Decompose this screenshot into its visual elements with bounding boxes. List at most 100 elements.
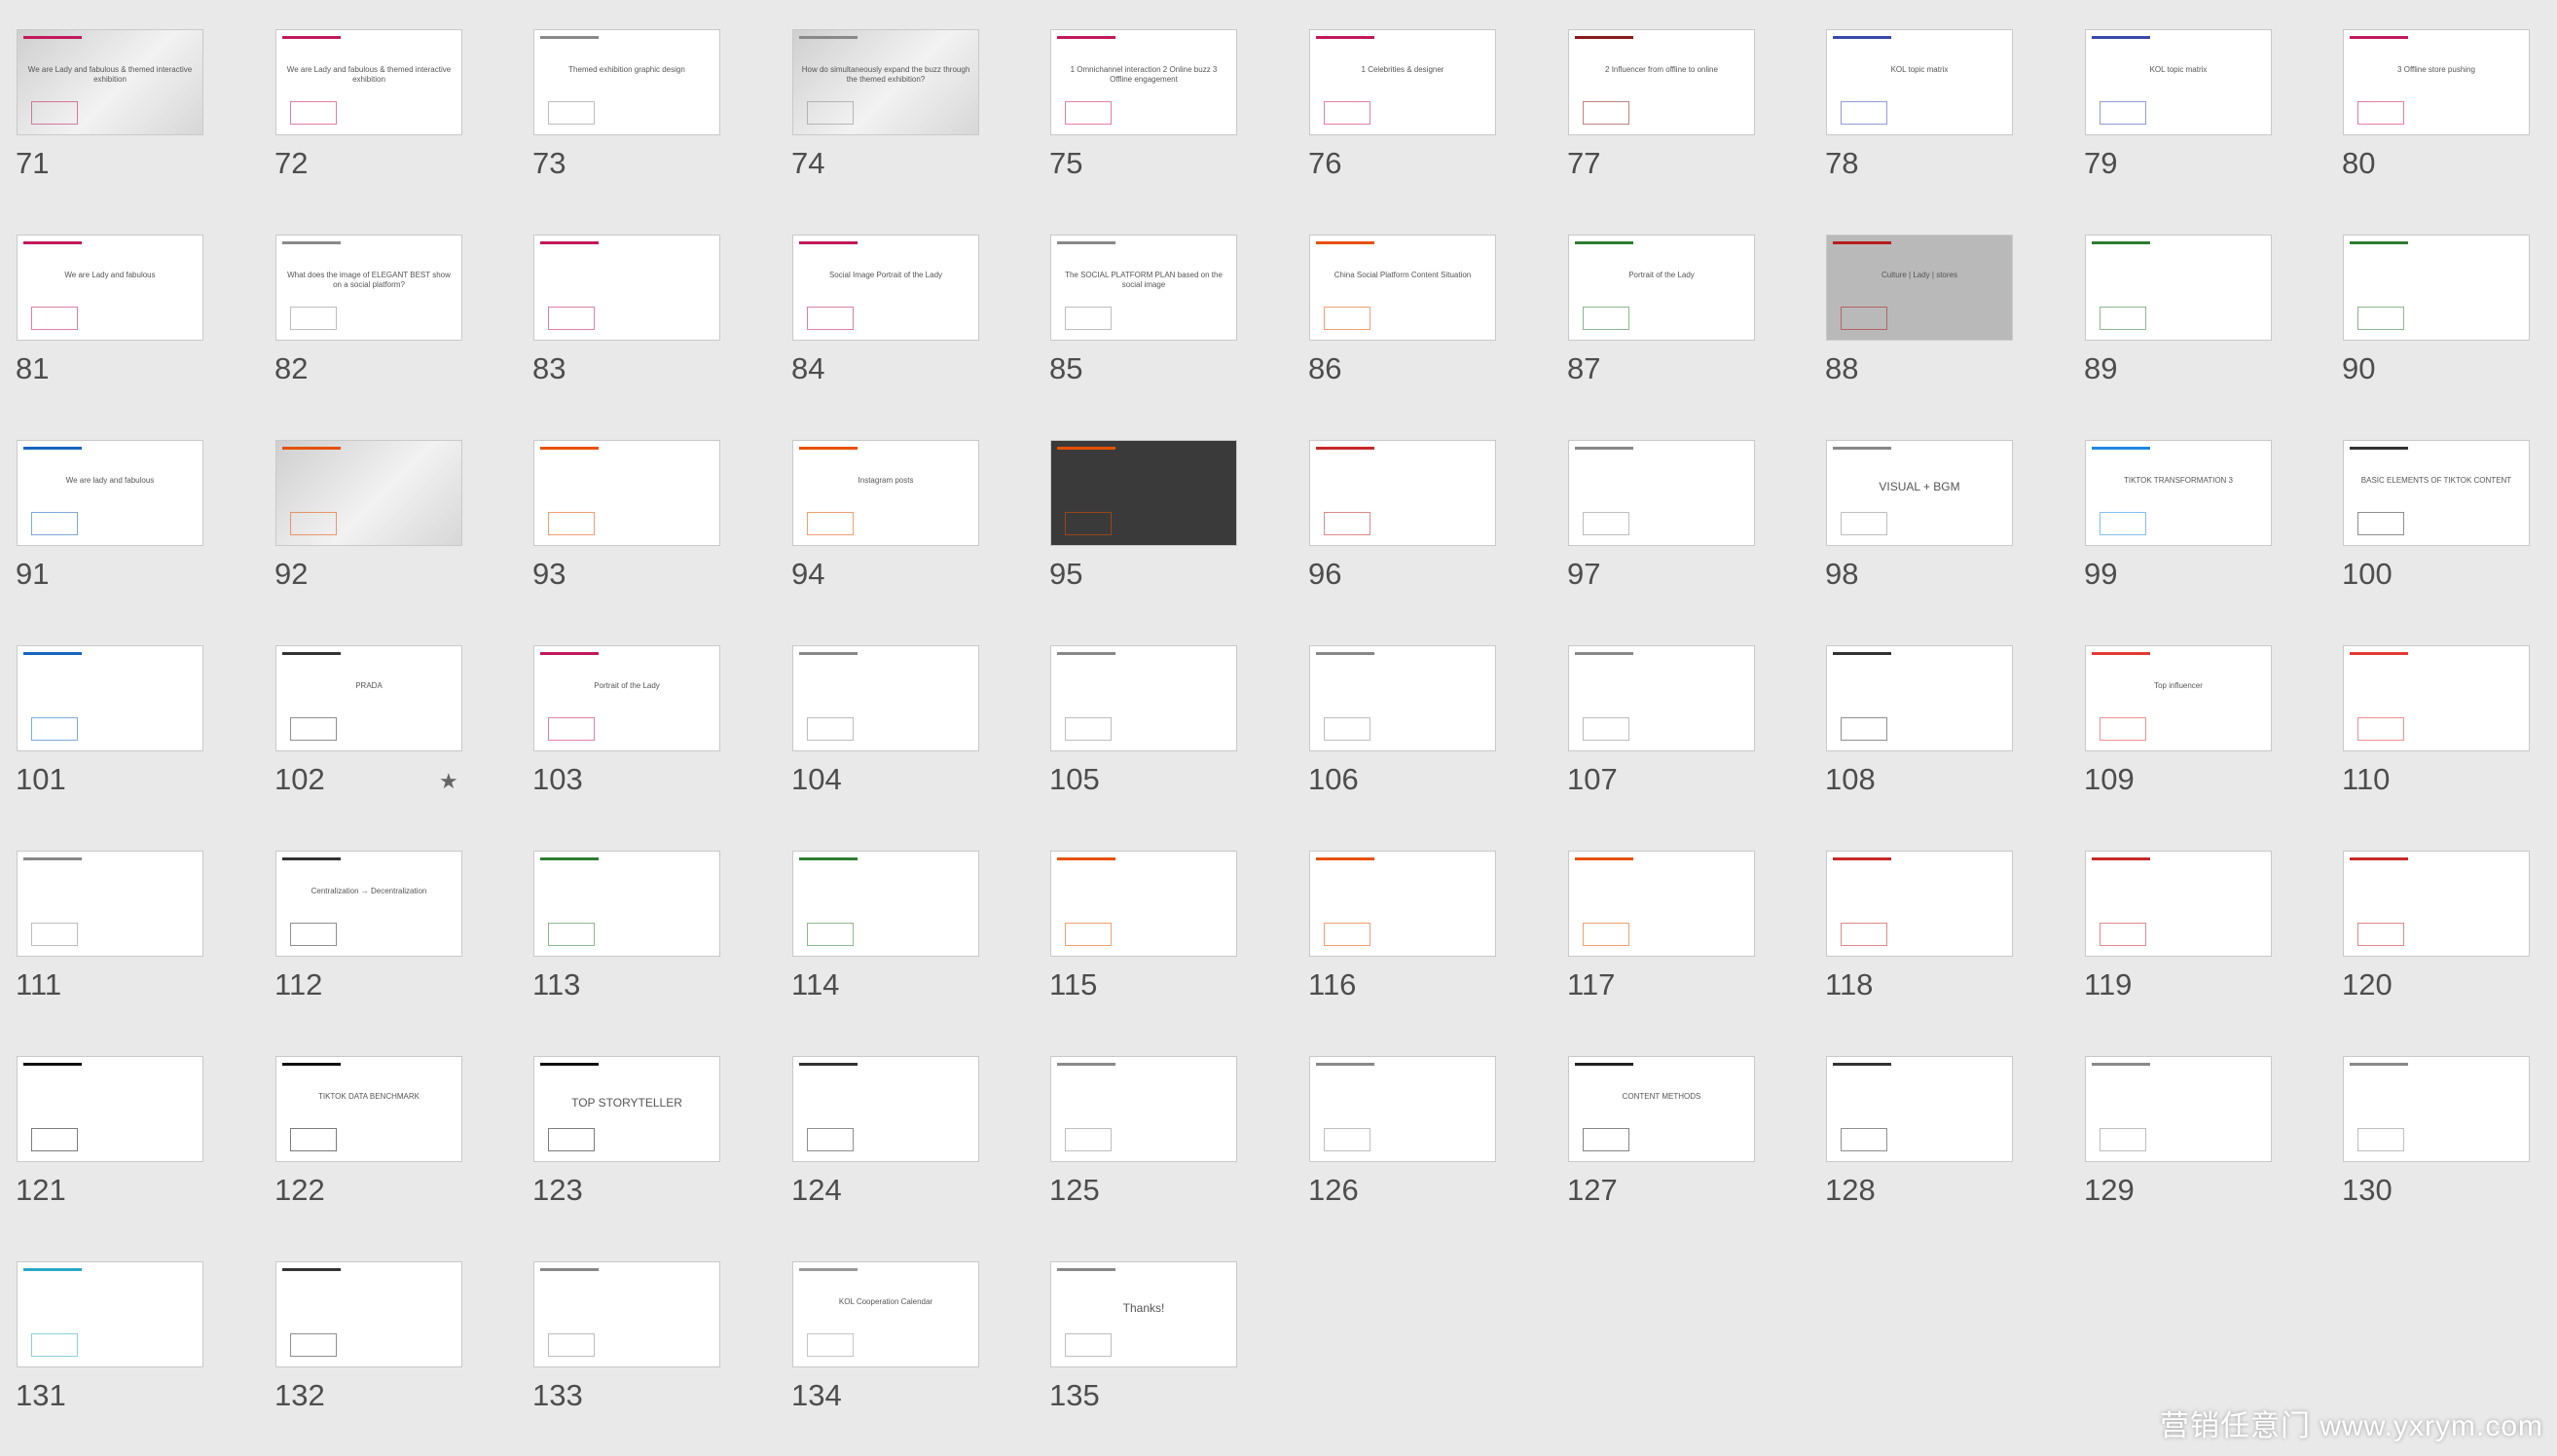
slide-thumbnail[interactable]: [533, 235, 720, 341]
slide-text: We are Lady and fabulous: [64, 271, 156, 279]
slide-thumbnail[interactable]: [17, 645, 203, 751]
slide-text: CONTENT METHODS: [1622, 1092, 1701, 1101]
slide-thumbnail[interactable]: [2085, 235, 2272, 341]
slide-accent-bar: [540, 447, 599, 450]
slide-thumbnail[interactable]: [275, 1261, 462, 1367]
slide-thumbnail[interactable]: [1309, 645, 1496, 751]
slide-content-block: [548, 717, 595, 741]
slide-thumbnail[interactable]: [17, 1056, 203, 1162]
slide-number: 111: [16, 967, 62, 1001]
slide-thumbnail[interactable]: KOL topic matrix: [1826, 29, 2013, 135]
slide-text: Instagram posts: [858, 476, 914, 485]
slide-number: 90: [2342, 351, 2376, 385]
slide-thumbnail[interactable]: What does the image of ELEGANT BEST show…: [275, 235, 462, 341]
slide-thumbnail[interactable]: [17, 1261, 203, 1367]
slide-thumbnail[interactable]: KOL Cooperation Calendar: [792, 1261, 979, 1367]
slide-text: KOL topic matrix: [2149, 65, 2208, 74]
slide-thumbnail[interactable]: VISUAL + BGM: [1826, 440, 2013, 546]
slide-thumbnail[interactable]: [1826, 1056, 2013, 1162]
slide-thumbnail[interactable]: We are Lady and fabulous & themed intera…: [17, 29, 203, 135]
slide-thumbnail[interactable]: We are Lady and fabulous: [17, 235, 203, 341]
slide-accent-bar: [799, 36, 858, 39]
slide-thumbnail[interactable]: The SOCIAL PLATFORM PLAN based on the so…: [1050, 235, 1237, 341]
slide-content-block: [2100, 1128, 2146, 1151]
slide-accent-bar: [1316, 36, 1374, 39]
slide-text: Portrait of the Lady: [594, 681, 660, 690]
slide-thumbnail[interactable]: [2343, 851, 2530, 957]
slide-thumbnail[interactable]: PRADA: [275, 645, 462, 751]
slide-thumbnail[interactable]: Themed exhibition graphic design: [533, 29, 720, 135]
slide-number: 91: [16, 557, 50, 591]
slide-thumbnail[interactable]: We are Lady and fabulous & themed intera…: [275, 29, 462, 135]
slide-thumbnail[interactable]: Instagram posts: [792, 440, 979, 546]
slide-thumbnail[interactable]: [1050, 851, 1237, 957]
slide-content-block: [290, 717, 337, 741]
slide-thumbnail[interactable]: [2085, 851, 2272, 957]
slide-thumbnail[interactable]: TIKTOK DATA BENCHMARK: [275, 1056, 462, 1162]
slide-thumbnail[interactable]: [533, 1261, 720, 1367]
slide-content-block: [2357, 512, 2404, 535]
slide-thumbnail[interactable]: TOP STORYTELLER: [533, 1056, 720, 1162]
slide-content-block: [1841, 307, 1887, 330]
slide-accent-bar: [1833, 241, 1891, 244]
slide-accent-bar: [282, 241, 341, 244]
slide-thumbnail[interactable]: Social Image Portrait of the Lady: [792, 235, 979, 341]
slide-thumbnail[interactable]: 1 Omnichannel interaction 2 Online buzz …: [1050, 29, 1237, 135]
slide-thumbnail[interactable]: [533, 440, 720, 546]
slide-content-block: [31, 307, 78, 330]
slide-thumbnail[interactable]: [1568, 851, 1755, 957]
slide-thumbnail[interactable]: Top influencer: [2085, 645, 2272, 751]
slide-thumbnail[interactable]: KOL topic matrix: [2085, 29, 2272, 135]
slide-thumbnail[interactable]: CONTENT METHODS: [1568, 1056, 1755, 1162]
slide-thumbnail[interactable]: [792, 1056, 979, 1162]
slide-thumbnail[interactable]: [1568, 440, 1755, 546]
slide-number: 97: [1567, 557, 1601, 591]
slide-content-block: [1065, 923, 1112, 946]
slide-thumbnail[interactable]: Portrait of the Lady: [1568, 235, 1755, 341]
slide-thumbnail[interactable]: [533, 851, 720, 957]
slide-thumbnail[interactable]: [1309, 1056, 1496, 1162]
slide-thumbnail[interactable]: Thanks!: [1050, 1261, 1237, 1367]
slide-thumbnail[interactable]: [275, 440, 462, 546]
slide-thumbnail[interactable]: Centralization → Decentralization: [275, 851, 462, 957]
slide-content-block: [548, 512, 595, 535]
slide-thumbnail[interactable]: [1826, 851, 2013, 957]
slide-thumbnail[interactable]: [792, 645, 979, 751]
slide-thumbnail[interactable]: [2085, 1056, 2272, 1162]
slide-thumbnail[interactable]: 3 Offline store pushing: [2343, 29, 2530, 135]
slide-thumbnail[interactable]: Portrait of the Lady: [533, 645, 720, 751]
slide-thumbnail[interactable]: [2343, 645, 2530, 751]
slide-accent-bar: [1316, 857, 1374, 860]
slide-number: 92: [274, 557, 309, 591]
slide-thumbnail[interactable]: [1050, 645, 1237, 751]
slide-content-block: [31, 1333, 78, 1357]
slide-content-block: [290, 1128, 337, 1151]
slide-thumbnail[interactable]: [792, 851, 979, 957]
slide-thumbnail[interactable]: [2343, 1056, 2530, 1162]
slide-number: 120: [2342, 967, 2393, 1001]
slide-thumbnail[interactable]: [17, 851, 203, 957]
slide-number: 117: [1567, 967, 1616, 1001]
slide-accent-bar: [23, 1063, 82, 1066]
slide-content-block: [1065, 1333, 1112, 1357]
slide-thumbnail[interactable]: [1568, 645, 1755, 751]
slide-thumbnail[interactable]: [1309, 851, 1496, 957]
slide-number: 132: [274, 1378, 325, 1412]
slide-thumbnail[interactable]: [1050, 440, 1237, 546]
slide-thumbnail[interactable]: [1309, 440, 1496, 546]
slide-text: Thanks!: [1122, 1301, 1165, 1315]
slide-thumbnail[interactable]: China Social Platform Content Situation: [1309, 235, 1496, 341]
slide-accent-bar: [2092, 36, 2150, 39]
slide-thumbnail[interactable]: 1 Celebrities & designer: [1309, 29, 1496, 135]
slide-thumbnail[interactable]: TIKTOK TRANSFORMATION 3: [2085, 440, 2272, 546]
slide-accent-bar: [1833, 36, 1891, 39]
slide-thumbnail[interactable]: [2343, 235, 2530, 341]
slide-thumbnail[interactable]: [1050, 1056, 1237, 1162]
slide-thumbnail[interactable]: How do simultaneously expand the buzz th…: [792, 29, 979, 135]
slide-thumbnail[interactable]: BASIC ELEMENTS OF TIKTOK CONTENT: [2343, 440, 2530, 546]
slide-thumbnail[interactable]: We are lady and fabulous: [17, 440, 203, 546]
slide-thumbnail[interactable]: 2 Influencer from offline to online: [1568, 29, 1755, 135]
slide-thumbnail[interactable]: [1826, 645, 2013, 751]
slide-thumbnail[interactable]: Culture | Lady | stores: [1826, 235, 2013, 341]
slide-content-block: [290, 923, 337, 946]
